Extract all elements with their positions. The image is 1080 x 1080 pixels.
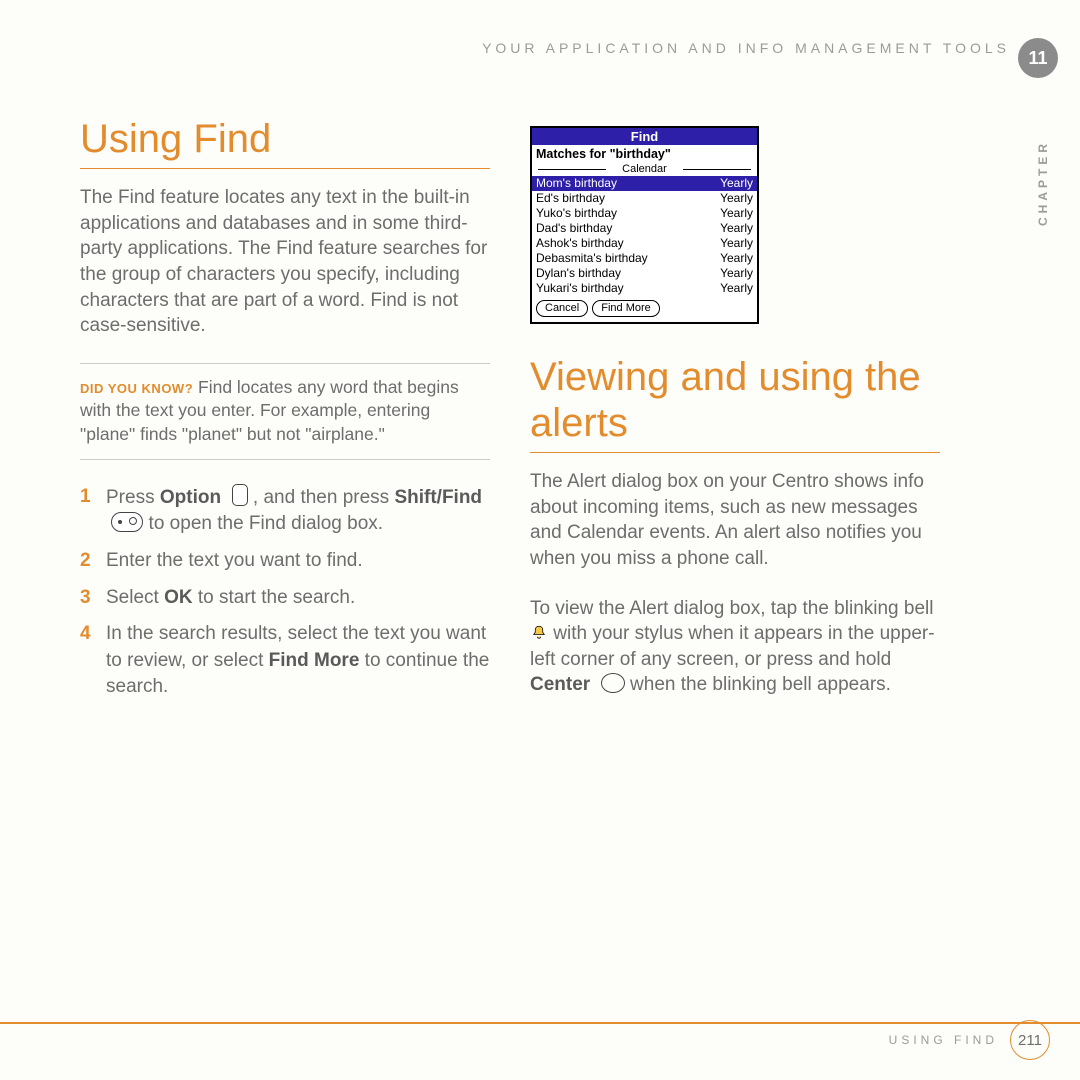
center-button-icon xyxy=(601,673,625,693)
chapter-side-label: CHAPTER xyxy=(1036,140,1050,226)
shift-find-key-icon xyxy=(111,512,143,532)
option-key-icon xyxy=(232,484,248,506)
find-result-row[interactable]: Debasmita's birthdayYearly xyxy=(532,251,757,266)
section-heading-using-find: Using Find xyxy=(80,116,490,169)
find-result-row[interactable]: Ed's birthdayYearly xyxy=(532,191,757,206)
find-result-row[interactable]: Yukari's birthdayYearly xyxy=(532,281,757,296)
page-number: 211 xyxy=(1010,1020,1050,1060)
step-1: Press Option , and then press Shift/Find… xyxy=(80,484,490,538)
alerts-paragraph-1: The Alert dialog box on your Centro show… xyxy=(530,469,940,572)
find-intro-paragraph: The Find feature locates any text in the… xyxy=(80,185,490,339)
step-3: Select OK to start the search. xyxy=(80,585,490,612)
footer-section-label: USING FIND xyxy=(889,1033,998,1047)
step-2: Enter the text you want to find. xyxy=(80,548,490,575)
alerts-paragraph-2: To view the Alert dialog box, tap the bl… xyxy=(530,596,940,699)
find-dialog-title: Find xyxy=(532,128,757,145)
did-you-know-label: DID YOU KNOW? xyxy=(80,381,193,396)
find-result-row[interactable]: Ashok's birthdayYearly xyxy=(532,236,757,251)
find-more-button[interactable]: Find More xyxy=(592,300,660,317)
find-result-row[interactable]: Dylan's birthdayYearly xyxy=(532,266,757,281)
chapter-number-badge: 11 xyxy=(1018,38,1058,78)
find-dialog-screenshot: Find Matches for "birthday" Calendar Mom… xyxy=(530,126,759,324)
find-cancel-button[interactable]: Cancel xyxy=(536,300,588,317)
find-result-row[interactable]: Mom's birthdayYearly xyxy=(532,176,757,191)
find-matches-label: Matches for "birthday" xyxy=(532,145,757,161)
find-result-row[interactable]: Yuko's birthdayYearly xyxy=(532,206,757,221)
section-heading-alerts: Viewing and using the alerts xyxy=(530,354,940,453)
find-group-divider: Calendar xyxy=(538,163,751,175)
find-result-row[interactable]: Dad's birthdayYearly xyxy=(532,221,757,236)
bell-icon xyxy=(530,624,548,642)
step-4: In the search results, select the text y… xyxy=(80,621,490,701)
running-header: YOUR APPLICATION AND INFO MANAGEMENT TOO… xyxy=(80,40,1010,56)
did-you-know-box: DID YOU KNOW? Find locates any word that… xyxy=(80,363,490,460)
